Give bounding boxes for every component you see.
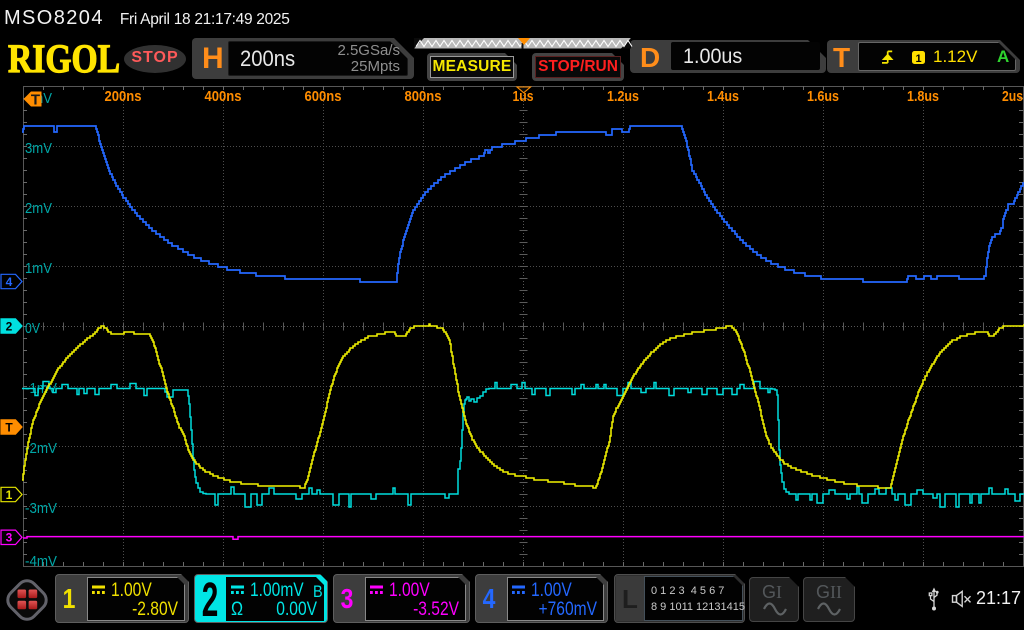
svg-text:2us: 2us bbox=[1002, 89, 1023, 105]
svg-text:800ns: 800ns bbox=[405, 89, 442, 105]
svg-text:1.8us: 1.8us bbox=[907, 89, 939, 105]
svg-text:1.6us: 1.6us bbox=[807, 89, 839, 105]
svg-text:200ns: 200ns bbox=[105, 89, 142, 105]
svg-text:1.2us: 1.2us bbox=[607, 89, 639, 105]
svg-text:600ns: 600ns bbox=[305, 89, 342, 105]
svg-text:400ns: 400ns bbox=[205, 89, 242, 105]
svg-text:1.4us: 1.4us bbox=[707, 89, 739, 105]
